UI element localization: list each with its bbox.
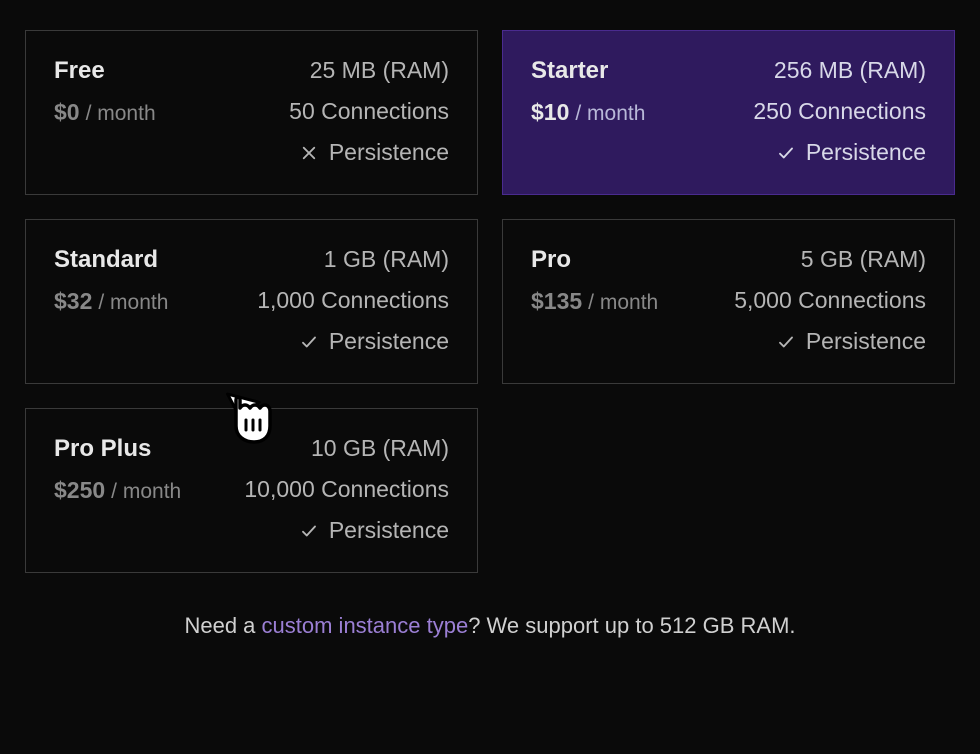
plan-persistence-label: Persistence [329, 517, 449, 544]
plan-left: Pro Plus $250/ month [54, 435, 181, 504]
plan-right: 256 MB (RAM) 250 Connections Persistence [753, 57, 926, 166]
plan-card-pro[interactable]: Pro $135/ month 5 GB (RAM) 5,000 Connection… [502, 219, 955, 384]
plan-name: Free [54, 57, 156, 85]
plan-connections: 1,000 Connections [257, 287, 449, 314]
plan-period: / month [86, 102, 156, 126]
plan-persistence-line: Persistence [776, 328, 926, 355]
plan-price: $135 [531, 288, 582, 315]
plan-price: $32 [54, 288, 92, 315]
footer-suffix: ? We support up to 512 GB RAM. [468, 613, 795, 638]
plan-card-starter[interactable]: Starter $10/ month 256 MB (RAM) 250 Connect… [502, 30, 955, 195]
plan-connections: 250 Connections [753, 98, 926, 125]
plan-right: 5 GB (RAM) 5,000 Connections Persistence [734, 246, 926, 355]
plan-name: Pro [531, 246, 658, 274]
plan-ram: 1 GB (RAM) [324, 246, 449, 273]
plan-right: 10 GB (RAM) 10,000 Connections Persistence [244, 435, 449, 544]
custom-instance-link[interactable]: custom instance type [262, 613, 469, 638]
plan-card-free[interactable]: Free $0/ month 25 MB (RAM) 50 Connections Pe… [25, 30, 478, 195]
plan-persistence-label: Persistence [806, 328, 926, 355]
plan-price-line: $10/ month [531, 99, 645, 126]
footer-prefix: Need a [184, 613, 261, 638]
footer-text: Need a custom instance type? We support … [0, 613, 980, 639]
plan-period: / month [588, 291, 658, 315]
plan-persistence-label: Persistence [329, 139, 449, 166]
check-icon [299, 332, 319, 352]
check-icon [776, 332, 796, 352]
plan-right: 25 MB (RAM) 50 Connections Persistence [289, 57, 449, 166]
plan-persistence-line: Persistence [776, 139, 926, 166]
plan-persistence-label: Persistence [806, 139, 926, 166]
plan-ram: 10 GB (RAM) [311, 435, 449, 462]
plan-left: Free $0/ month [54, 57, 156, 126]
plan-ram: 256 MB (RAM) [774, 57, 926, 84]
plan-period: / month [575, 102, 645, 126]
plan-ram: 5 GB (RAM) [801, 246, 926, 273]
plan-persistence-line: Persistence [299, 517, 449, 544]
pricing-grid: Free$0/ month25 MB (RAM)50 ConnectionsPe… [0, 0, 980, 573]
plan-price-line: $32/ month [54, 288, 168, 315]
x-icon [299, 143, 319, 163]
plan-period: / month [98, 291, 168, 315]
plan-price-line: $250/ month [54, 477, 181, 504]
plan-left: Standard $32/ month [54, 246, 168, 315]
check-icon [299, 521, 319, 541]
plan-persistence-label: Persistence [329, 328, 449, 355]
plan-connections: 50 Connections [289, 98, 449, 125]
plan-name: Standard [54, 246, 168, 274]
plan-persistence-line: Persistence [299, 328, 449, 355]
plan-card-standard[interactable]: Standard $32/ month 1 GB (RAM) 1,000 Connec… [25, 219, 478, 384]
check-icon [776, 143, 796, 163]
plan-connections: 10,000 Connections [244, 476, 449, 503]
plan-card-pro-plus[interactable]: Pro Plus $250/ month 10 GB (RAM) 10,000 Con… [25, 408, 478, 573]
plan-price: $250 [54, 477, 105, 504]
plan-price: $10 [531, 99, 569, 126]
plan-name: Pro Plus [54, 435, 181, 463]
plan-connections: 5,000 Connections [734, 287, 926, 314]
plan-persistence-line: Persistence [299, 139, 449, 166]
plan-right: 1 GB (RAM) 1,000 Connections Persistence [257, 246, 449, 355]
plan-period: / month [111, 480, 181, 504]
plan-price-line: $0/ month [54, 99, 156, 126]
plan-left: Pro $135/ month [531, 246, 658, 315]
plan-price-line: $135/ month [531, 288, 658, 315]
plan-left: Starter $10/ month [531, 57, 645, 126]
plan-ram: 25 MB (RAM) [310, 57, 449, 84]
plan-name: Starter [531, 57, 645, 85]
plan-price: $0 [54, 99, 80, 126]
